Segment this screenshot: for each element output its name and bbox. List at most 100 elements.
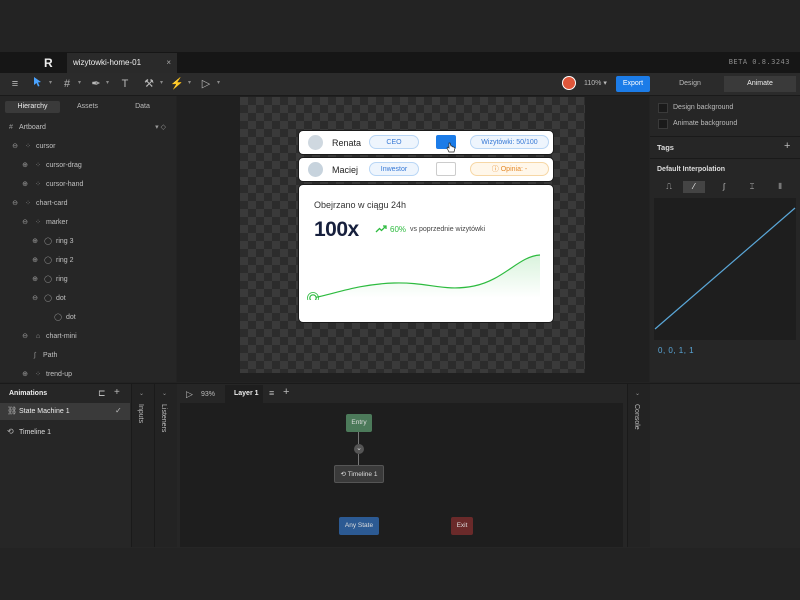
file-tab[interactable]: wizytowki-home-01 × [67,53,177,73]
play-icon[interactable]: ▷ [197,76,215,92]
folder-icon[interactable]: ⊏ [98,388,106,399]
add-animation-button[interactable]: + [114,387,120,398]
chart-card[interactable]: Obejrzano w ciągu 24h 100x 60% vs poprze… [298,184,554,323]
tab-assets[interactable]: Assets [60,101,115,113]
hold-interpolation-icon[interactable]: ⎍ [658,181,680,193]
group-icon: ⁘ [35,371,41,378]
bone-tool-icon[interactable]: ⚒ [140,76,158,92]
collapse-icon[interactable]: ⊖ [20,327,30,346]
contact-row-renata[interactable]: Renata CEO Wizytówki: 50/100 [298,130,554,155]
console-tab[interactable]: ⌄ Console [627,384,650,547]
tree-item-ring-3[interactable]: ⊕ ◯ ring 3 [6,232,172,251]
collapse-icon[interactable]: ⊖ [20,213,30,232]
transition-arrow-icon[interactable]: ⌄ [354,444,364,454]
tree-item-marker[interactable]: ⊖ ⁘ marker [6,213,172,232]
tree-item-dot-path[interactable]: ◯ dot [6,308,172,327]
animate-mode-tab[interactable]: Animate [724,76,796,92]
animation-item-timeline[interactable]: ⟲ Timeline 1 [0,424,130,441]
big-value: 100x [314,218,359,241]
layer-tab[interactable]: Layer 1 [225,385,263,403]
tree-item-path[interactable]: ∫ Path [6,346,172,365]
elastic-interpolation-icon[interactable]: ⌶ [741,181,763,193]
curve-editor[interactable] [654,198,796,340]
transition-line [358,454,359,465]
tree-item-chart-mini[interactable]: ⊖ ⌂ chart-mini [6,327,172,346]
hierarchy-tree: # Artboard ▾ ◇ ⊖ ⁘ cursor ⊕ ⁘ cursor-drag ⊕ ⁘ cu… [6,118,172,382]
group-icon: ⁘ [35,219,41,226]
timeline-node[interactable]: ⟲ Timeline 1 [334,465,384,483]
tab-close-button[interactable]: × [166,53,171,73]
version-label: BETA 0.8.3243 [728,58,790,66]
play-icon[interactable]: ▷ [186,389,193,400]
text-tool-icon[interactable]: T [116,76,134,92]
chevron-down-icon[interactable]: ▾ [78,79,81,86]
group-icon: ⁘ [35,162,41,169]
collapse-icon[interactable]: ⊖ [30,289,40,308]
ellipse-icon: ◯ [44,257,52,264]
zoom-level[interactable]: 110% ▾ [584,79,607,87]
tree-item-cursor-hand[interactable]: ⊕ ⁘ cursor-hand [6,175,172,194]
tab-hierarchy[interactable]: Hierarchy [5,101,60,113]
chevron-down-icon[interactable]: ▾ [49,79,52,86]
state-machine-icon: ⛓ [7,406,18,415]
cubic-interpolation-icon[interactable]: ∫ [713,181,735,193]
collapse-icon[interactable]: ⊖ [10,137,20,156]
expand-icon[interactable]: ⊕ [30,232,40,251]
add-layer-button[interactable]: + [283,386,289,398]
artboard-tool-icon[interactable]: # [58,76,76,92]
inputs-tab[interactable]: ⌄ Inputs [131,384,154,547]
expand-icon[interactable]: ⊕ [20,365,30,382]
toggle-box-empty[interactable] [436,162,456,176]
chevron-down-icon: ⌄ [139,391,145,397]
tags-label: Tags [657,143,674,152]
listeners-tab[interactable]: ⌄ Listeners [154,384,177,547]
any-state-node[interactable]: Any State [339,517,379,535]
exit-node[interactable]: Exit [451,517,473,535]
animation-item-state-machine[interactable]: ⛓ State Machine 1 ✓ [0,403,130,420]
interpolation-label: Default Interpolation [657,166,726,173]
tree-item-chart-card[interactable]: ⊖ ⁘ chart-card [6,194,172,213]
design-mode-tab[interactable]: Design [654,76,726,92]
ellipse-icon: ◯ [54,314,62,321]
expand-icon[interactable]: ⊕ [30,270,40,289]
expand-icon[interactable]: ⊕ [30,251,40,270]
collapse-icon[interactable]: ⊖ [10,194,20,213]
select-tool-icon[interactable] [29,76,47,92]
artboard-menu-icon[interactable]: ▾ ◇ [155,118,166,137]
add-tag-button[interactable]: + [784,140,790,152]
avatar [308,135,323,150]
export-button[interactable]: Export [616,76,650,92]
design-background-checkbox[interactable] [658,103,668,113]
chevron-down-icon[interactable]: ▾ [217,79,220,86]
state-machine-graph[interactable] [180,403,623,547]
tree-item-artboard[interactable]: # Artboard ▾ ◇ [6,118,172,137]
tree-item-ring-2[interactable]: ⊕ ◯ ring 2 [6,251,172,270]
expand-icon[interactable]: ⊕ [20,175,30,194]
animations-title: Animations [9,390,48,397]
chevron-down-icon[interactable]: ▾ [160,79,163,86]
tab-data[interactable]: Data [115,101,170,113]
user-avatar[interactable] [562,76,576,90]
steps-interpolation-icon[interactable]: ⫴ [769,181,791,193]
menu-icon[interactable]: ≡ [6,76,24,92]
tree-item-cursor[interactable]: ⊖ ⁘ cursor [6,137,172,156]
animate-background-checkbox[interactable] [658,119,668,129]
graph-zoom[interactable]: 93% [201,391,215,398]
contact-row-maciej[interactable]: Maciej Inwestor ⓘ Opinia: - [298,157,554,182]
linear-interpolation-icon[interactable]: ⁄ [683,181,705,193]
tree-item-trend-up[interactable]: ⊕ ⁘ trend-up [6,365,172,382]
tree-item-ring[interactable]: ⊕ ◯ ring [6,270,172,289]
tree-item-dot[interactable]: ⊖ ◯ dot [6,289,172,308]
opinion-pill: ⓘ Opinia: - [470,162,549,176]
chevron-down-icon[interactable]: ▾ [106,79,109,86]
expand-icon[interactable]: ⊕ [20,156,30,175]
pen-tool-icon[interactable]: ✒ [87,76,105,92]
layers-menu-icon[interactable]: ≡ [269,388,274,398]
chevron-down-icon: ⌄ [162,391,168,397]
constraint-tool-icon[interactable]: ⚡ [168,76,186,92]
status-bar [0,548,800,600]
tree-item-cursor-drag[interactable]: ⊕ ⁘ cursor-drag [6,156,172,175]
chevron-down-icon[interactable]: ▾ [188,79,191,86]
app-logo[interactable]: R [44,56,58,70]
entry-node[interactable]: Entry [346,414,372,432]
